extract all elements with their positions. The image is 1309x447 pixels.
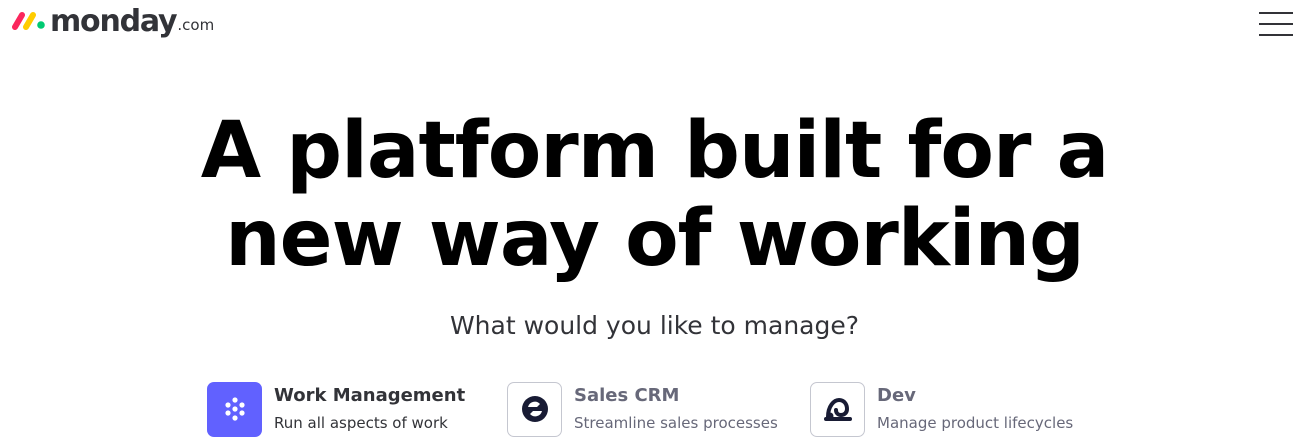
product-title: Work Management <box>274 384 466 406</box>
product-work-management[interactable]: Work Management Run all aspects of work <box>207 381 465 437</box>
product-description: Streamline sales processes <box>574 413 778 432</box>
hero-subtitle: What would you like to manage? <box>449 311 860 340</box>
logo-tld: .com <box>177 16 215 34</box>
hero-title-line-2: new way of working <box>225 194 1085 284</box>
product-title: Dev <box>877 384 916 406</box>
monday-logo[interactable]: monday .com <box>12 4 214 40</box>
product-description: Run all aspects of work <box>274 413 448 432</box>
product-sales-crm[interactable]: Sales CRM Streamline sales processes <box>507 381 778 437</box>
logo-wordmark: monday <box>50 4 178 39</box>
hamburger-menu-icon[interactable] <box>1259 11 1293 37</box>
hero-title-line-1: A platform built for a <box>200 106 1110 196</box>
page: monday .com A platform built for a new w… <box>0 0 1309 447</box>
product-dev[interactable]: Dev Manage product lifecycles <box>810 381 1073 437</box>
product-text: Sales CRM Streamline sales processes <box>574 384 778 435</box>
hamburger-line <box>1259 23 1293 25</box>
hamburger-line <box>1259 34 1293 36</box>
work-management-dots-icon <box>207 381 262 437</box>
sales-crm-icon <box>507 381 562 437</box>
dev-icon <box>810 381 865 437</box>
product-title: Sales CRM <box>574 384 680 406</box>
top-header: monday .com <box>0 0 1309 46</box>
product-text: Work Management Run all aspects of work <box>274 384 465 435</box>
hamburger-line <box>1259 12 1293 14</box>
monday-logo-mark-icon <box>12 12 45 30</box>
product-description: Manage product lifecycles <box>877 413 1074 432</box>
hero-title: A platform built for a new way of workin… <box>0 107 1309 283</box>
product-text: Dev Manage product lifecycles <box>877 384 1073 435</box>
